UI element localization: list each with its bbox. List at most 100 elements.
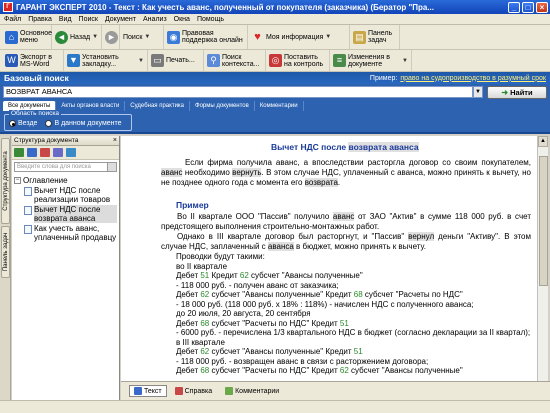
menu-edit[interactable]: Правка	[28, 16, 52, 23]
document-scrollbar[interactable]: ▲	[537, 136, 548, 381]
menu-search[interactable]: Поиск	[79, 16, 98, 23]
tab-government-acts[interactable]: Акты органов власти	[56, 101, 126, 111]
scope-this-document-label: В данном документе	[54, 120, 122, 127]
garant-logo-icon: Г	[3, 2, 13, 12]
example-link[interactable]: право на судопроизводство в разумный сро…	[400, 75, 546, 82]
menu-windows[interactable]: Окна	[174, 16, 190, 23]
example-heading: Пример	[176, 200, 209, 210]
paragraph-3: Однако в III квартале договор был растор…	[161, 232, 531, 251]
document-icon	[24, 187, 32, 196]
structure-panel-toolbar	[12, 146, 119, 160]
control-icon: ◎	[269, 54, 282, 67]
chevron-down-icon: ▼	[92, 34, 99, 40]
forward-button[interactable]: ►	[102, 25, 120, 49]
paragraph-2: Во II квартале ООО "Пассив" получило ава…	[161, 212, 531, 231]
tab-court-practice[interactable]: Судебная практика	[125, 101, 191, 111]
scope-everywhere-radio[interactable]	[9, 120, 16, 127]
paragraph-1: Если фирма получила аванс, а впоследстви…	[161, 158, 531, 187]
globe-icon: ◉	[167, 30, 180, 44]
export-word-button[interactable]: W Экспорт в MS-Word	[2, 50, 64, 71]
filter-icon[interactable]	[40, 148, 50, 157]
heart-icon: ♥	[254, 30, 261, 43]
search-scope-group: Область поиска Везде В данном документе	[4, 110, 132, 131]
magnifier-icon: ⚲	[207, 54, 220, 67]
filter-dropdown-icon[interactable]	[107, 163, 116, 171]
search-history-dropdown[interactable]: ▼	[473, 86, 483, 98]
tab-task-panel[interactable]: Панель задач	[1, 226, 10, 278]
menu-file[interactable]: Файл	[4, 16, 21, 23]
menu-help[interactable]: Помощь	[197, 16, 224, 23]
document-icon	[24, 206, 32, 215]
tree-item-contents[interactable]: − Оглавление	[14, 176, 117, 185]
left-vertical-tabs: Структура документа Панель задач	[0, 136, 11, 400]
structure-filter-input[interactable]: Введите слова для поиска	[14, 162, 117, 172]
changes-icon: ≡	[333, 54, 346, 67]
sync-icon[interactable]	[53, 148, 63, 157]
basic-search-header: Базовый поиск Пример: право на судопроиз…	[0, 72, 550, 84]
example-label: Пример:	[369, 74, 398, 82]
main-toolbar: ⌂ Основное меню ◄ Назад ▼ ► Поиск ▼ ◉ Пр…	[0, 25, 550, 50]
entry-5: Дебет 68 субсчет "Расчеты по НДС" Кредит…	[176, 366, 463, 375]
entry-3: Дебет 68 субсчет "Расчеты по НДС" Кредит…	[176, 318, 349, 328]
document-view-tabs: Текст Справка Комментарии	[121, 381, 550, 400]
document-structure-panel: Структура документа × Введите слова для …	[12, 136, 120, 400]
comment-icon	[225, 387, 234, 395]
tree-collapse-icon[interactable]	[27, 148, 37, 157]
task-panel-button[interactable]: ▤ Панель задач	[350, 25, 400, 49]
structure-tree: − Оглавление Вычет НДС после реализации …	[12, 174, 119, 245]
back-arrow-icon: ◄	[55, 30, 68, 44]
doc-changes-button[interactable]: ≡ Изменения в документе ▼	[330, 50, 412, 71]
bookmark-icon: ▼	[67, 54, 80, 67]
collapse-icon[interactable]: −	[14, 177, 21, 184]
search-tabs: Все документы Акты органов власти Судебн…	[0, 100, 550, 111]
menu-bar: Файл Правка Вид Поиск Документ Анализ Ок…	[0, 14, 550, 25]
tree-item-vat-after-refund[interactable]: Вычет НДС после возврата аванса	[14, 205, 117, 223]
my-info-button[interactable]: ♥ Моя информация ▼	[248, 25, 350, 49]
entry-1: Дебет 51 Кредит 62 субсчет "Авансы получ…	[176, 271, 363, 280]
minimize-button[interactable]: _	[508, 1, 520, 13]
title-bar: Г ГАРАНТ ЭКСПЕРТ 2010 - Текст : Как учес…	[0, 0, 550, 14]
tab-document-structure[interactable]: Структура документа	[1, 138, 10, 224]
search-button[interactable]: Поиск ▼	[120, 25, 164, 49]
chevron-down-icon: ▼	[402, 57, 408, 64]
tree-item-advance-paid[interactable]: Как учесть аванс, уплаченный продавцу	[14, 224, 117, 242]
tree-expand-icon[interactable]	[14, 148, 24, 157]
home-icon: ⌂	[5, 30, 18, 44]
basic-search-title: Базовый поиск	[4, 73, 69, 83]
tab-document-forms[interactable]: Формы документов	[190, 101, 255, 111]
search-input[interactable]: ВОЗВРАТ АВАНСА	[3, 86, 473, 98]
entry-4: Дебет 62 субсчет "Авансы полученные" Кре…	[176, 347, 363, 356]
menu-document[interactable]: Документ	[105, 16, 136, 23]
tree-item-vat-after-sale[interactable]: Вычет НДС после реализации товаров	[14, 186, 117, 204]
scope-everywhere-label: Везде	[18, 120, 38, 127]
set-bookmark-button[interactable]: ▼ Установить закладку... ▼	[64, 50, 148, 71]
back-button[interactable]: ◄ Назад ▼	[52, 25, 102, 49]
scroll-up-icon[interactable]: ▲	[538, 136, 548, 147]
close-button[interactable]: ×	[536, 1, 548, 13]
find-button[interactable]: ➜ Найти	[487, 85, 547, 99]
tab-reference[interactable]: Справка	[170, 385, 217, 397]
context-search-button[interactable]: ⚲ Поиск контекста...	[204, 50, 266, 71]
chevron-down-icon: ▼	[138, 57, 144, 64]
tab-comments[interactable]: Комментарии	[255, 101, 304, 111]
main-menu-button[interactable]: ⌂ Основное меню	[2, 25, 52, 49]
maximize-button[interactable]: □	[522, 1, 534, 13]
section-heading: Вычет НДС после возврата аванса	[271, 142, 419, 152]
print-button[interactable]: ▭ Печать...	[148, 50, 204, 71]
structure-panel-header: Структура документа ×	[12, 136, 119, 146]
tab-text[interactable]: Текст	[129, 385, 167, 397]
document-toolbar: W Экспорт в MS-Word ▼ Установить закладк…	[0, 50, 550, 72]
chevron-down-icon: ▼	[325, 34, 332, 40]
scope-this-document-radio[interactable]	[45, 120, 53, 127]
menu-analysis[interactable]: Анализ	[143, 16, 167, 23]
legal-support-button[interactable]: ◉ Правовая поддержка онлайн	[164, 25, 248, 49]
settings-icon[interactable]	[66, 148, 76, 157]
accounting-entries: Проводки будут такими: во II квартале Де…	[176, 252, 536, 376]
scroll-thumb[interactable]	[539, 156, 548, 286]
tab-comments-bottom[interactable]: Комментарии	[220, 385, 284, 397]
menu-view[interactable]: Вид	[59, 16, 72, 23]
close-icon[interactable]: ×	[113, 137, 117, 144]
chevron-down-icon: ▼	[144, 34, 151, 40]
document-icon	[24, 225, 32, 234]
set-control-button[interactable]: ◎ Поставить на контроль	[266, 50, 330, 71]
